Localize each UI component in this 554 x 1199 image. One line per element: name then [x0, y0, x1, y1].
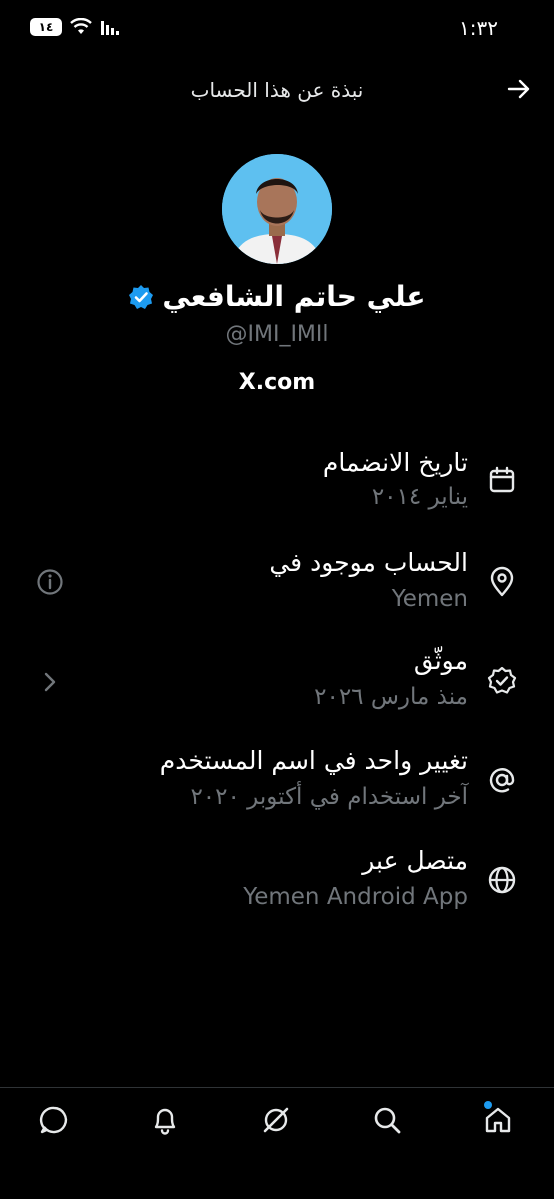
verified-since: منذ مارس ٢٠٢٦ [314, 684, 468, 710]
username-change-title: تغيير واحد في اسم المستخدم [159, 746, 468, 775]
verified-badge-icon [129, 284, 154, 309]
nav-divider [0, 1087, 554, 1088]
status-time: ١:٣٢ [459, 16, 498, 40]
site-label[interactable]: X.com [0, 370, 554, 395]
location-pin-icon [490, 566, 514, 597]
profile-photo [222, 154, 332, 264]
info-icon[interactable] [36, 568, 64, 596]
username-handle: @IMI_IMIl [225, 322, 329, 347]
battery-icon: ١٤ [30, 18, 62, 36]
verified-outline-icon [487, 666, 517, 694]
name-row: علي حاتم الشافعي [0, 280, 554, 313]
wifi-icon [70, 18, 92, 34]
join-date-title: تاريخ الانضمام [322, 448, 468, 477]
notifications-bell-icon[interactable] [149, 1104, 181, 1136]
grok-icon[interactable] [260, 1104, 292, 1136]
verified-title: موثّق [413, 646, 468, 675]
page-title: نبذة عن هذا الحساب [190, 78, 364, 102]
connected-via-title: متصل عبر [362, 846, 468, 875]
username-change-value: آخر استخدام في أكتوبر ٢٠٢٠ [190, 784, 468, 810]
signal-icon [101, 21, 119, 35]
location-value: Yemen [391, 586, 468, 612]
back-arrow-icon[interactable] [506, 76, 532, 102]
at-sign-icon [489, 768, 515, 793]
join-date-value: يناير ٢٠١٤ [371, 484, 468, 510]
chevron-right-icon[interactable] [36, 668, 64, 696]
avatar[interactable] [222, 154, 332, 264]
search-icon[interactable] [371, 1104, 403, 1136]
messages-icon[interactable] [38, 1104, 70, 1136]
display-name: علي حاتم الشافعي [162, 280, 426, 313]
calendar-icon [489, 466, 515, 493]
connected-via-value: Yemen Android App [243, 884, 468, 910]
location-title: الحساب موجود في [269, 548, 468, 577]
status-indicators: ١٤ [30, 18, 120, 36]
home-notification-dot [484, 1101, 492, 1109]
globe-icon [488, 866, 516, 894]
